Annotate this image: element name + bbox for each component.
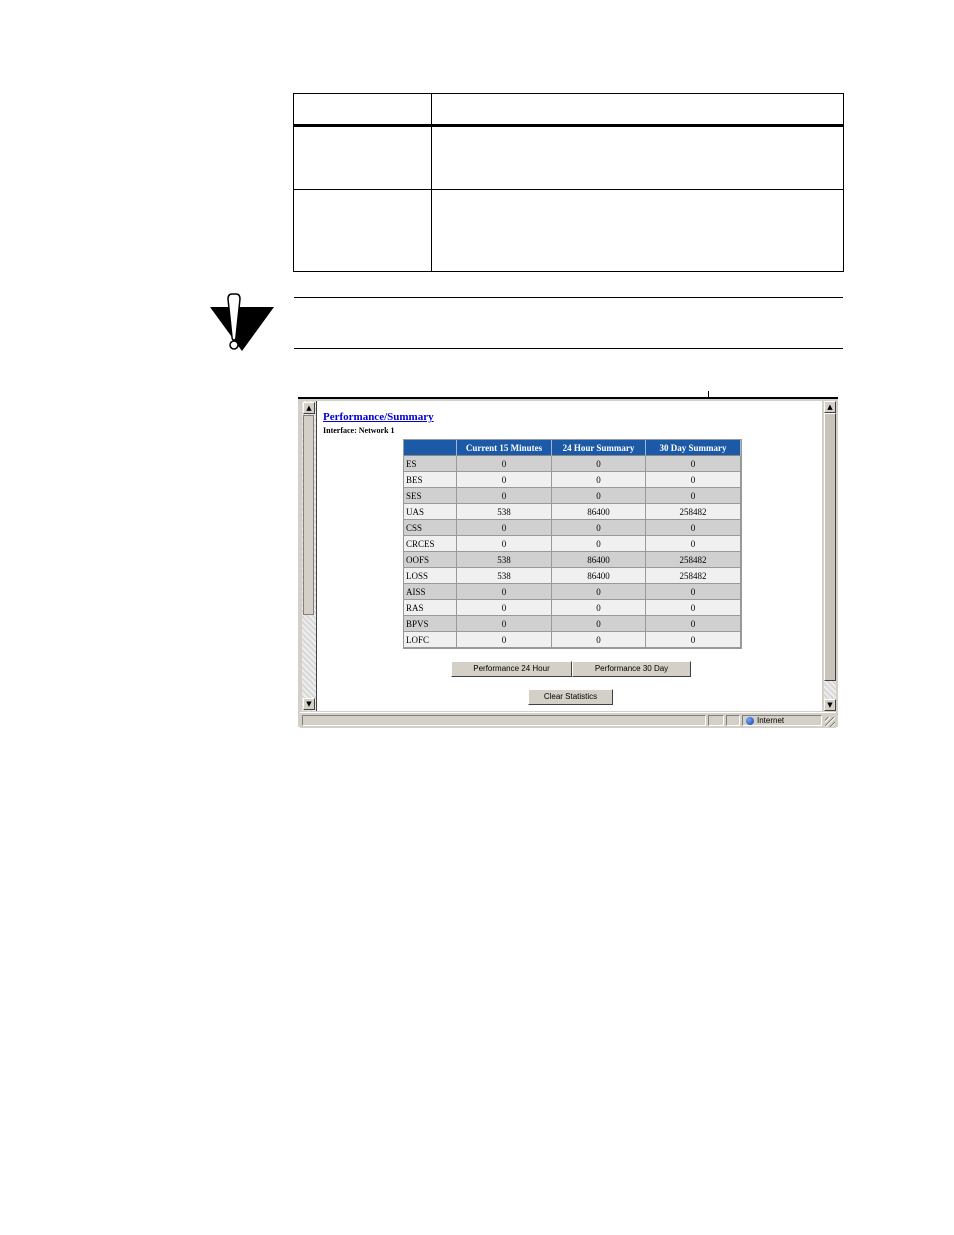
row-label: ES — [404, 456, 457, 472]
table-header-current: Current 15 Minutes — [457, 440, 552, 456]
frame-scroll-thumb[interactable] — [303, 415, 314, 615]
performance-30-day-button[interactable]: Performance 30 Day — [572, 661, 691, 677]
cell-30d: 0 — [646, 488, 741, 504]
frame-scroll-up-button[interactable]: ▲ — [303, 402, 315, 414]
table-row: CSS 0 0 0 — [404, 520, 741, 536]
row-label: AISS — [404, 584, 457, 600]
cell-30d: 0 — [646, 584, 741, 600]
cell-24h: 86400 — [552, 552, 646, 568]
cell-30d: 258482 — [646, 504, 741, 520]
status-pane — [726, 715, 740, 726]
doc-table-divider — [431, 94, 432, 271]
table-header-blank — [404, 440, 457, 456]
cell-current: 0 — [457, 632, 552, 648]
performance-table: Current 15 Minutes 24 Hour Summary 30 Da… — [403, 439, 742, 649]
status-pane — [708, 715, 724, 726]
cell-30d: 0 — [646, 600, 741, 616]
resize-grip-icon[interactable] — [825, 717, 835, 727]
cell-24h: 0 — [552, 488, 646, 504]
cell-30d: 0 — [646, 472, 741, 488]
row-label: OOFS — [404, 552, 457, 568]
cell-30d: 258482 — [646, 552, 741, 568]
table-row: CRCES 0 0 0 — [404, 536, 741, 552]
cell-24h: 0 — [552, 584, 646, 600]
cell-30d: 0 — [646, 632, 741, 648]
caution-rule-top — [294, 297, 843, 298]
cell-24h: 0 — [552, 456, 646, 472]
table-row: SES 0 0 0 — [404, 488, 741, 504]
row-label: SES — [404, 488, 457, 504]
cell-24h: 0 — [552, 600, 646, 616]
caution-rule-bottom — [294, 348, 843, 349]
globe-icon — [746, 716, 754, 725]
cell-current: 538 — [457, 504, 552, 520]
cell-current: 0 — [457, 616, 552, 632]
cell-24h: 0 — [552, 520, 646, 536]
cell-30d: 258482 — [646, 568, 741, 584]
table-row: LOFC 0 0 0 — [404, 632, 741, 648]
table-row: BPVS 0 0 0 — [404, 616, 741, 632]
page-viewport: Performance/Summary Interface: Network 1… — [316, 401, 822, 711]
doc-table-header — [294, 94, 843, 127]
status-text-pane — [302, 715, 706, 726]
row-label: RAS — [404, 600, 457, 616]
cell-24h: 86400 — [552, 504, 646, 520]
security-zone: Internet — [742, 715, 822, 726]
cell-current: 0 — [457, 536, 552, 552]
table-row: AISS 0 0 0 — [404, 584, 741, 600]
row-label: BPVS — [404, 616, 457, 632]
cell-30d: 0 — [646, 456, 741, 472]
table-row: OOFS 538 86400 258482 — [404, 552, 741, 568]
caution-icon — [210, 293, 274, 351]
page-title[interactable]: Performance/Summary — [323, 411, 434, 423]
frame-scroll-down-button[interactable]: ▼ — [303, 698, 315, 710]
clear-statistics-button[interactable]: Clear Statistics — [528, 689, 613, 705]
cell-24h: 0 — [552, 632, 646, 648]
cell-current: 0 — [457, 584, 552, 600]
cell-current: 0 — [457, 472, 552, 488]
cell-30d: 0 — [646, 616, 741, 632]
row-label: CRCES — [404, 536, 457, 552]
table-header-row: Current 15 Minutes 24 Hour Summary 30 Da… — [404, 440, 741, 456]
table-row: UAS 538 86400 258482 — [404, 504, 741, 520]
cell-30d: 0 — [646, 536, 741, 552]
table-row: ES 0 0 0 — [404, 456, 741, 472]
interface-label: Interface: Network 1 — [323, 426, 395, 435]
cell-30d: 0 — [646, 520, 741, 536]
cell-24h: 0 — [552, 616, 646, 632]
frame-scrollbar[interactable]: ▲ ▼ — [302, 401, 316, 711]
table-header-30d: 30 Day Summary — [646, 440, 741, 456]
cell-current: 0 — [457, 488, 552, 504]
table-row: RAS 0 0 0 — [404, 600, 741, 616]
cell-24h: 0 — [552, 536, 646, 552]
doc-table — [293, 93, 844, 272]
table-row: BES 0 0 0 — [404, 472, 741, 488]
cell-current: 0 — [457, 456, 552, 472]
cell-current: 538 — [457, 552, 552, 568]
table-row: LOSS 538 86400 258482 — [404, 568, 741, 584]
cell-24h: 86400 — [552, 568, 646, 584]
row-label: CSS — [404, 520, 457, 536]
scroll-thumb[interactable] — [824, 413, 836, 681]
scroll-down-button[interactable]: ▼ — [824, 699, 836, 711]
scroll-up-button[interactable]: ▲ — [824, 401, 836, 413]
scroll-track[interactable] — [824, 681, 836, 699]
status-bar: Internet — [300, 712, 836, 728]
table-header-24h: 24 Hour Summary — [552, 440, 646, 456]
zone-label: Internet — [757, 716, 785, 725]
row-label: UAS — [404, 504, 457, 520]
row-label: LOSS — [404, 568, 457, 584]
row-label: BES — [404, 472, 457, 488]
performance-24-hour-button[interactable]: Performance 24 Hour — [451, 661, 572, 677]
row-label: LOFC — [404, 632, 457, 648]
page-scrollbar[interactable]: ▲ ▼ — [824, 401, 836, 711]
cell-current: 538 — [457, 568, 552, 584]
cell-current: 0 — [457, 520, 552, 536]
browser-window: ▲ ▼ Performance/Summary Interface: Netwo… — [298, 397, 838, 728]
cell-24h: 0 — [552, 472, 646, 488]
doc-table-row-divider — [294, 189, 843, 190]
cell-current: 0 — [457, 600, 552, 616]
